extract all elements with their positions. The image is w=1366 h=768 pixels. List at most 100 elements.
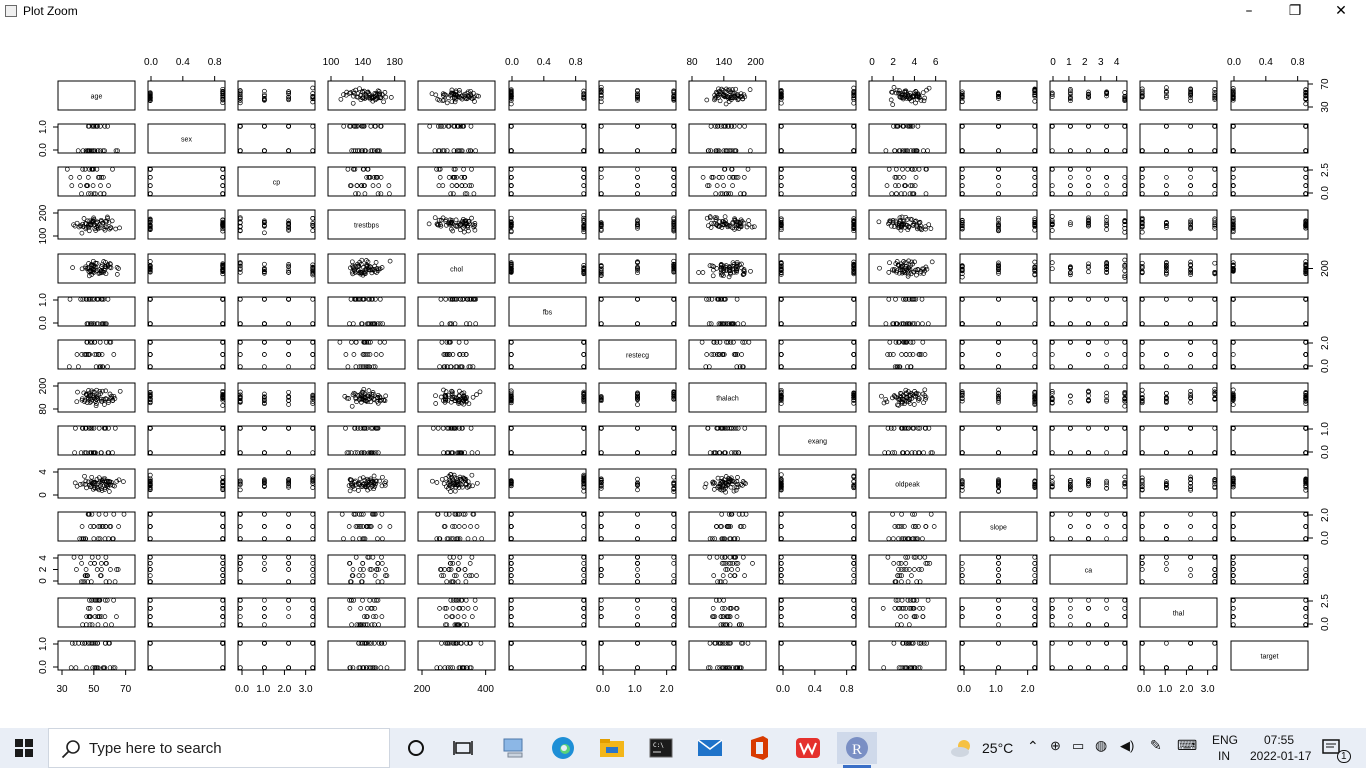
panel-frame	[1230, 166, 1309, 197]
data-point	[237, 450, 243, 456]
data-point	[851, 191, 857, 197]
data-point	[341, 123, 347, 129]
data-point	[1212, 123, 1218, 129]
data-point	[96, 425, 102, 431]
panel-frame	[778, 253, 857, 284]
data-point	[903, 352, 909, 357]
panel-frame	[1139, 339, 1218, 370]
data-point	[1086, 175, 1091, 180]
data-point	[354, 183, 360, 188]
data-point	[1032, 123, 1038, 129]
data-point	[745, 166, 751, 172]
data-point	[959, 425, 965, 431]
data-point	[434, 480, 440, 485]
data-point	[704, 352, 710, 357]
data-point	[1032, 450, 1038, 456]
data-point	[286, 425, 291, 431]
panel-frame	[1230, 253, 1309, 284]
data-point	[635, 166, 640, 172]
data-point	[1104, 175, 1109, 180]
data-point	[735, 321, 741, 327]
data-point	[310, 321, 316, 327]
data-point	[458, 227, 463, 233]
data-point	[920, 90, 926, 96]
close-button[interactable]: ✕	[1318, 0, 1364, 24]
data-point	[996, 148, 1001, 154]
panel-frame	[417, 166, 496, 197]
data-point	[1122, 191, 1128, 197]
data-point	[1122, 321, 1128, 327]
data-point	[1139, 425, 1145, 431]
data-point	[1122, 364, 1128, 370]
data-point	[147, 425, 153, 431]
data-point	[1303, 450, 1309, 456]
data-point	[468, 123, 474, 129]
variable-label: oldpeak	[895, 482, 920, 489]
data-point	[746, 339, 752, 345]
panel-frame	[1139, 425, 1218, 456]
data-point	[90, 183, 96, 188]
panel-frame	[508, 339, 587, 370]
data-point	[262, 364, 267, 370]
data-point	[1086, 321, 1091, 327]
panel-frame	[778, 468, 857, 499]
data-point	[1230, 191, 1236, 197]
data-point	[470, 394, 476, 400]
data-point	[671, 296, 677, 302]
data-point	[1164, 175, 1169, 180]
data-point	[262, 450, 267, 456]
data-point	[508, 352, 514, 357]
variable-label: trestbps	[354, 223, 379, 230]
data-point	[473, 321, 479, 327]
data-point	[778, 123, 784, 129]
data-point	[1212, 166, 1218, 172]
data-point	[64, 166, 70, 172]
data-point	[220, 403, 226, 408]
data-point	[310, 228, 316, 233]
minimize-button[interactable]: –	[1226, 0, 1272, 24]
data-point	[778, 296, 784, 302]
data-point	[237, 321, 243, 327]
data-point	[742, 123, 747, 129]
data-point	[671, 474, 677, 480]
scatterplot-matrix: agesexcptrestbpscholfbsrestecgthalachexa…	[38, 57, 1331, 695]
maximize-button[interactable]: ❐	[1272, 0, 1318, 24]
data-point	[893, 166, 899, 172]
data-point	[1068, 364, 1073, 370]
panel-frame	[778, 80, 857, 111]
data-point	[1303, 296, 1309, 302]
data-point	[1049, 339, 1055, 345]
data-point	[920, 321, 925, 327]
data-point	[1104, 123, 1109, 129]
data-point	[1164, 123, 1169, 129]
data-point	[381, 99, 386, 105]
data-point	[1303, 148, 1309, 154]
data-point	[286, 389, 291, 395]
data-point	[851, 352, 857, 357]
data-point	[635, 183, 640, 188]
data-point	[1303, 364, 1309, 370]
data-point	[911, 402, 917, 407]
data-point	[429, 91, 435, 97]
data-point	[1212, 450, 1218, 456]
data-point	[886, 296, 892, 302]
data-point	[443, 296, 449, 302]
data-point	[508, 175, 514, 180]
data-point	[1122, 450, 1128, 456]
data-point	[1068, 191, 1073, 197]
data-point	[746, 218, 751, 223]
data-point	[92, 339, 98, 345]
data-point	[1049, 364, 1055, 370]
data-point	[1303, 191, 1309, 197]
data-point	[1032, 321, 1038, 327]
panel-frame	[1139, 209, 1218, 240]
data-point	[959, 148, 965, 154]
data-point	[439, 339, 445, 345]
data-point	[959, 166, 965, 172]
data-point	[883, 396, 889, 402]
data-point	[778, 166, 784, 172]
panel-frame	[147, 296, 226, 327]
data-point	[996, 339, 1001, 345]
panel-frame	[147, 209, 226, 240]
data-point	[1212, 296, 1218, 302]
